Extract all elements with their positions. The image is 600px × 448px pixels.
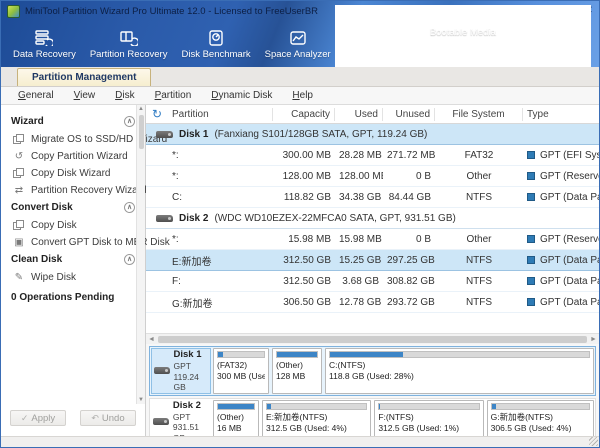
sidebar-item-migrate-os[interactable]: Migrate OS to SSD/HD Wizard — [11, 131, 135, 148]
partition-panel: ↻ Partition Capacity Used Unused File Sy… — [146, 105, 599, 436]
migrate-os-icon — [13, 134, 25, 145]
section-convert-disk: Convert Disk ∧ — [11, 202, 135, 213]
table-row-selected[interactable]: E:新加卷 312.50 GB 15.25 GB 297.25 GB NTFS … — [146, 250, 599, 271]
col-capacity[interactable]: Capacity — [273, 108, 335, 121]
apply-undo-bar: ✓ Apply ↶ Undo — [1, 404, 145, 436]
app-logo-icon — [7, 5, 20, 18]
table-row[interactable]: *: 15.98 MB 15.98 MB 0 B Other GPT (Rese… — [146, 229, 599, 250]
disk-drive-icon — [153, 418, 169, 425]
sidebar-scrollbar[interactable]: ▲ ▼ — [136, 105, 145, 404]
table-header: ↻ Partition Capacity Used Unused File Sy… — [146, 105, 599, 124]
menu-bar: General View Disk Partition Dynamic Disk… — [1, 87, 599, 105]
sidebar-item-partition-recovery-wizard[interactable]: ⇄ Partition Recovery Wizard — [11, 182, 135, 199]
table-row[interactable]: C: 118.82 GB 34.38 GB 84.44 GB NTFS GPT … — [146, 187, 599, 208]
scroll-right-icon[interactable]: ► — [588, 336, 599, 343]
partition-recovery-icon — [119, 29, 139, 47]
tab-partition-management[interactable]: Partition Management — [17, 68, 151, 86]
menu-dynamic-disk[interactable]: Dynamic Disk — [202, 89, 281, 102]
tab-strip: Partition Management — [1, 67, 599, 87]
status-bar — [1, 436, 599, 447]
disk-drive-icon — [156, 131, 173, 138]
scroll-down-icon[interactable]: ▼ — [138, 397, 144, 403]
section-clean-disk: Clean Disk ∧ — [11, 254, 135, 265]
table-row[interactable]: *: 128.00 MB 128.00 MB 0 B Other GPT (Re… — [146, 166, 599, 187]
menu-view[interactable]: View — [65, 89, 105, 102]
convert-gpt-icon: ▣ — [13, 237, 25, 248]
table-row[interactable]: G:新加卷 306.50 GB 12.78 GB 293.72 GB NTFS … — [146, 292, 599, 313]
space-analyzer-icon — [288, 29, 308, 47]
col-type[interactable]: Type — [523, 108, 599, 121]
horizontal-scrollbar[interactable]: ◄ ► — [146, 333, 599, 344]
action-sidebar: Wizard ∧ Migrate OS to SSD/HD Wizard ↺ C… — [1, 105, 146, 436]
disk-drive-icon — [154, 367, 170, 374]
partition-type-swatch — [527, 151, 535, 159]
col-unused[interactable]: Unused — [383, 108, 435, 121]
sidebar-item-wipe-disk[interactable]: ✎ Wipe Disk — [11, 269, 135, 286]
manual-icon — [453, 50, 473, 68]
data-recovery-button[interactable]: Data Recovery — [9, 27, 80, 62]
disk1-group-row[interactable]: Disk 1 (Fanxiang S101/128GB SATA, GPT, 1… — [146, 124, 599, 145]
collapse-convert-icon[interactable]: ∧ — [124, 202, 135, 213]
sidebar-item-copy-disk[interactable]: Copy Disk — [11, 217, 135, 234]
partition-type-swatch — [527, 256, 535, 264]
partition-type-swatch — [527, 172, 535, 180]
copy-partition-icon: ↺ — [13, 151, 25, 162]
space-analyzer-button[interactable]: Space Analyzer — [261, 27, 335, 62]
collapse-clean-icon[interactable]: ∧ — [124, 254, 135, 265]
partition-type-swatch — [527, 193, 535, 201]
copy-disk-wizard-icon — [13, 168, 25, 179]
partition-recovery-button[interactable]: Partition Recovery — [86, 27, 172, 62]
operations-pending-label: 0 Operations Pending — [11, 292, 135, 303]
table-row[interactable]: F: 312.50 GB 3.68 GB 308.82 GB NTFS GPT … — [146, 271, 599, 292]
partition-type-swatch — [527, 235, 535, 243]
scroll-left-icon[interactable]: ◄ — [146, 336, 157, 343]
menu-general[interactable]: General — [9, 89, 63, 102]
main-toolbar: Data Recovery Partition Recovery Disk Be… — [1, 21, 599, 67]
diskmap-block-fat32[interactable]: (FAT32) 300 MB (Used — [213, 348, 269, 394]
bootable-media-button[interactable]: Bootable Media — [335, 5, 591, 40]
diskmap-disk1-info[interactable]: Disk 1 GPT 119.24 GB — [151, 348, 211, 394]
scroll-up-icon[interactable]: ▲ — [138, 106, 144, 112]
disk-drive-icon — [156, 215, 173, 222]
diskmap-block-other128[interactable]: (Other) 128 MB — [272, 348, 322, 394]
sidebar-item-convert-gpt-mbr[interactable]: ▣ Convert GPT Disk to MBR Disk — [11, 234, 135, 251]
diskmap-block-c[interactable]: C:(NTFS) 118.8 GB (Used: 28%) — [325, 348, 594, 394]
wipe-disk-icon: ✎ — [13, 272, 25, 283]
collapse-wizard-icon[interactable]: ∧ — [124, 116, 135, 127]
sidebar-scroll-thumb[interactable] — [139, 115, 144, 149]
section-wizard: Wizard ∧ — [11, 116, 135, 127]
partition-type-swatch — [527, 277, 535, 285]
partition-recovery-wizard-icon: ⇄ — [13, 185, 25, 196]
diskmap-disk1-row[interactable]: Disk 1 GPT 119.24 GB (FAT32) 300 MB (Use… — [149, 346, 596, 396]
check-icon: ✓ — [21, 413, 29, 424]
apply-button[interactable]: ✓ Apply — [10, 410, 66, 426]
col-partition[interactable]: Partition — [168, 108, 273, 121]
partition-type-swatch — [527, 298, 535, 306]
hscroll-thumb[interactable] — [158, 336, 587, 343]
undo-button[interactable]: ↶ Undo — [80, 410, 136, 426]
disk-benchmark-icon — [206, 29, 226, 47]
menu-help[interactable]: Help — [283, 89, 322, 102]
sidebar-item-copy-partition-wizard[interactable]: ↺ Copy Partition Wizard — [11, 148, 135, 165]
undo-arrow-icon: ↶ — [91, 413, 99, 424]
table-empty-space — [146, 313, 599, 333]
refresh-icon[interactable]: ↻ — [146, 108, 168, 121]
copy-disk-icon — [13, 220, 25, 231]
data-recovery-icon — [34, 29, 54, 47]
disk-map: Disk 1 GPT 119.24 GB (FAT32) 300 MB (Use… — [146, 344, 599, 436]
app-window: MiniTool Partition Wizard Pro Ultimate 1… — [0, 0, 600, 448]
table-row[interactable]: *: 300.00 MB 28.28 MB 271.72 MB FAT32 GP… — [146, 145, 599, 166]
resize-grip[interactable] — [589, 437, 598, 446]
menu-partition[interactable]: Partition — [146, 89, 201, 102]
disk2-group-row[interactable]: Disk 2 (WDC WD10EZEX-22MFCA0 SATA, GPT, … — [146, 208, 599, 229]
menu-disk[interactable]: Disk — [106, 89, 143, 102]
disk-benchmark-button[interactable]: Disk Benchmark — [177, 27, 254, 62]
sidebar-item-copy-disk-wizard[interactable]: Copy Disk Wizard — [11, 165, 135, 182]
bootable-media-icon — [453, 7, 473, 25]
col-used[interactable]: Used — [335, 108, 383, 121]
col-file-system[interactable]: File System — [435, 108, 523, 121]
